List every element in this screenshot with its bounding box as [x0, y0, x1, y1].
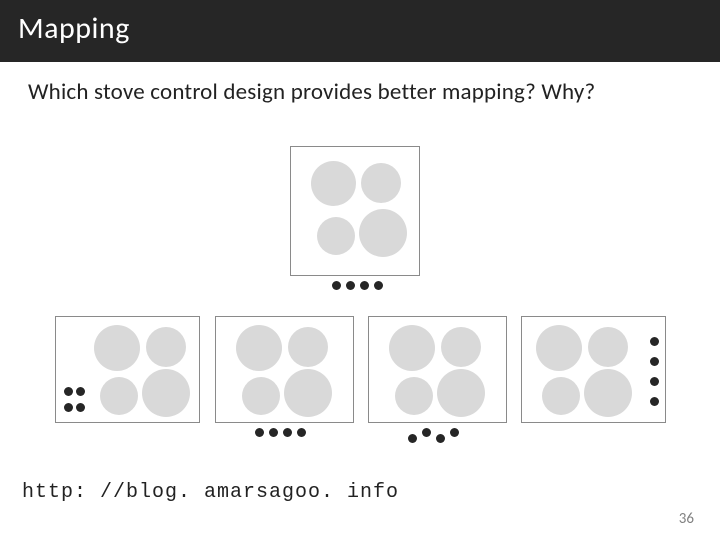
knob-icon: [64, 403, 73, 412]
stove-b3: [368, 316, 507, 423]
burner-icon: [395, 377, 433, 415]
burner-icon: [361, 163, 401, 203]
slide-title: Mapping: [18, 10, 702, 47]
burner-icon: [359, 209, 407, 257]
burner-icon: [242, 377, 280, 415]
burner-icon: [94, 325, 140, 371]
knob-icon: [64, 387, 73, 396]
burner-icon: [236, 325, 282, 371]
knob-icon: [76, 387, 85, 396]
stove-b3-box: [368, 316, 507, 423]
knob-icon: [269, 428, 278, 437]
burner-icon: [542, 377, 580, 415]
knob-icon: [332, 281, 341, 290]
stove-top-box: [290, 146, 420, 276]
stove-top: [290, 146, 420, 276]
knob-icon: [650, 397, 659, 406]
burner-icon: [584, 369, 632, 417]
title-bar: Mapping: [0, 0, 720, 62]
burner-icon: [142, 369, 190, 417]
knob-icon: [76, 403, 85, 412]
slide: Mapping Which stove control design provi…: [0, 0, 720, 540]
burner-icon: [146, 327, 186, 367]
knob-icon: [297, 428, 306, 437]
stove-b1: [55, 316, 200, 423]
knob-icon: [346, 281, 355, 290]
burner-icon: [441, 327, 481, 367]
knob-icon: [360, 281, 369, 290]
knob-icon: [374, 281, 383, 290]
knob-icon: [422, 428, 431, 437]
knob-icon: [650, 337, 659, 346]
burner-icon: [588, 327, 628, 367]
slide-question: Which stove control design provides bett…: [0, 62, 720, 106]
burner-icon: [311, 161, 356, 206]
knob-icon: [408, 434, 417, 443]
burner-icon: [284, 369, 332, 417]
burner-icon: [100, 377, 138, 415]
burner-icon: [317, 217, 355, 255]
knob-icon: [650, 377, 659, 386]
knob-icon: [436, 434, 445, 443]
burner-icon: [437, 369, 485, 417]
knob-icon: [283, 428, 292, 437]
stove-b4-box: [521, 316, 666, 423]
stove-b2: [215, 316, 354, 423]
knob-icon: [650, 357, 659, 366]
stove-b4: [521, 316, 666, 423]
burner-icon: [536, 325, 582, 371]
knob-icon: [255, 428, 264, 437]
burner-icon: [389, 325, 435, 371]
page-number: 36: [679, 510, 694, 528]
stove-b2-box: [215, 316, 354, 423]
source-url: http: //blog. amarsagoo. info: [22, 481, 399, 504]
burner-icon: [288, 327, 328, 367]
stove-b1-box: [55, 316, 200, 423]
knob-icon: [450, 428, 459, 437]
